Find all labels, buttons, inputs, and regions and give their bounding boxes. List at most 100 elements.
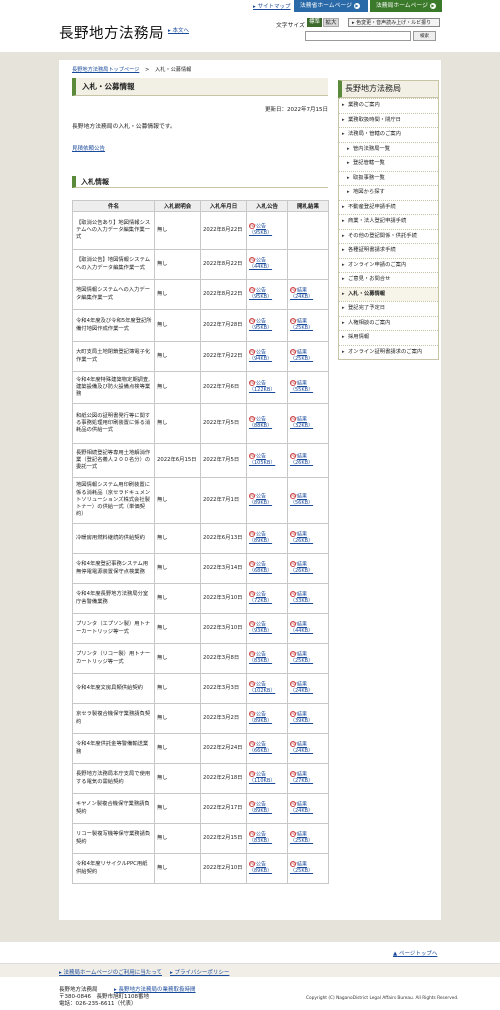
cell-date: 2022年8月22日: [200, 211, 247, 250]
page-top-link[interactable]: ▲ ページトップへ: [393, 949, 437, 957]
cell-notice: PDF公告（93KB）: [246, 613, 288, 644]
notice-pdf-link[interactable]: PDF公告（95KB）: [249, 223, 285, 237]
result-pdf-link[interactable]: PDF結果（24KB）: [290, 741, 326, 755]
sidebar-item[interactable]: 業務のご案内: [339, 98, 438, 113]
result-pdf-link[interactable]: PDF結果（24KB）: [290, 801, 326, 815]
notice-pdf-link[interactable]: PDF公告（88KB）: [249, 416, 285, 430]
notice-pdf-link[interactable]: PDF公告（105KB）: [249, 453, 285, 467]
result-pdf-link[interactable]: PDF結果（26KB）: [290, 453, 326, 467]
sidebar-item[interactable]: その他の登記関係・供託手続: [339, 228, 438, 244]
header-result: 開札結果: [287, 200, 329, 212]
sidebar-item[interactable]: ご意見・お問合せ: [339, 272, 438, 287]
search-button[interactable]: 検索: [413, 31, 436, 41]
sidebar-item[interactable]: 法務局・管轄のご案内: [339, 127, 438, 142]
notice-pdf-link[interactable]: PDF公告（83KB）: [249, 651, 285, 665]
sidebar-item[interactable]: 業務取扱時間・閉庁日: [339, 112, 438, 128]
sidebar-item[interactable]: 商業・法人登記申請手続: [339, 214, 438, 229]
result-pdf-link[interactable]: PDF結果（33KB）: [290, 591, 326, 605]
accessibility-tools-button[interactable]: ▸ 色変更・音声読み上げ・ルビ振り: [348, 18, 440, 27]
result-pdf-link[interactable]: PDF結果（25KB）: [290, 861, 326, 875]
pdf-icon: PDF: [249, 561, 257, 568]
sidebar-item[interactable]: 不動産登記申請手続: [339, 199, 438, 215]
moj-homepage-link[interactable]: 法務省ホームページ ▶: [294, 0, 368, 12]
notice-pdf-link[interactable]: PDF公告（89KB）: [249, 861, 285, 875]
sidebar-item[interactable]: 採用情報: [339, 330, 438, 345]
result-pdf-link[interactable]: PDF結果（39KB）: [290, 711, 326, 725]
notice-pdf-link[interactable]: PDF公告（89KB）: [249, 493, 285, 507]
result-pdf-link[interactable]: PDF結果（24KB）: [290, 287, 326, 301]
sidebar-item[interactable]: 登記管轄一覧: [339, 156, 438, 171]
sidebar-item[interactable]: 取扱事務一覧: [339, 170, 438, 186]
sidebar-item[interactable]: 人権相談のご案内: [339, 315, 438, 331]
pdf-icon: PDF: [249, 651, 257, 658]
notice-pdf-link[interactable]: PDF公告（93KB）: [249, 621, 285, 635]
search-input[interactable]: [305, 31, 411, 41]
notice-pdf-link[interactable]: PDF公告（68KB）: [249, 561, 285, 575]
cell-notice: PDF公告（94KB）: [246, 341, 288, 372]
table-row: 令和4年度登記事務システム用無停電電源装置保守点検業務 無し 2022年3月14日 P…: [72, 553, 329, 584]
notice-pdf-link[interactable]: PDF公告（72KB）: [249, 591, 285, 605]
cell-date: 2022年3月2日: [200, 703, 247, 734]
sidebar-item[interactable]: オンライン申請のご案内: [339, 257, 438, 273]
cell-briefing: 無し: [154, 371, 201, 404]
sidebar-item[interactable]: 登記完了予定日: [339, 301, 438, 316]
font-size-standard-button[interactable]: 標準: [307, 18, 322, 27]
breadcrumb-current: 入札・公募情報: [155, 67, 192, 73]
footer-privacy-link[interactable]: ▸ プライバシーポリシー: [170, 968, 229, 976]
quote-request-link[interactable]: 見積依頼公告: [72, 144, 328, 152]
notice-pdf-link[interactable]: PDF公告（83KB）: [249, 831, 285, 845]
notice-pdf-link[interactable]: PDF公告（95KB）: [249, 287, 285, 301]
skip-to-content-link[interactable]: ▸ 本文へ: [168, 26, 189, 34]
sidebar-item-label: 人権相談のご案内: [348, 319, 391, 326]
notice-pdf-link[interactable]: PDF公告（122KB）: [249, 380, 285, 394]
sidebar-item[interactable]: オンライン証明書請求のご案内: [339, 344, 438, 360]
cell-name: プリンタ（リコー製）用トナーカートリッジ等一式: [72, 643, 155, 674]
notice-pdf-link[interactable]: PDF公告（89KB）: [249, 531, 285, 545]
top-bar: ▸ サイトマップ 法務省ホームページ ▶ 法務局ホームページ ▶: [0, 0, 500, 12]
notice-pdf-link[interactable]: PDF公告（44KB）: [249, 257, 285, 271]
cell-result: PDF結果（24KB）: [287, 279, 329, 310]
pdf-icon: PDF: [249, 493, 257, 500]
cell-result: PDF結果（32KB）: [287, 403, 329, 444]
result-pdf-link[interactable]: PDF結果（32KB）: [290, 416, 326, 430]
cell-date: 2022年3月3日: [200, 673, 247, 704]
notice-pdf-link[interactable]: PDF公告（95KB）: [249, 318, 285, 332]
table-row: プリンタ（リコー製）用トナーカートリッジ等一式 無し 2022年3月8日 PDF公告（…: [72, 643, 329, 674]
cell-date: 2022年2月10日: [200, 853, 247, 884]
cell-briefing: 無し: [154, 643, 201, 674]
notice-pdf-link[interactable]: PDF公告（102KB）: [249, 681, 285, 695]
notice-pdf-link[interactable]: PDF公告（89KB）: [249, 711, 285, 725]
notice-pdf-link[interactable]: PDF公告（66KB）: [249, 741, 285, 755]
cell-name: 令和4年度長野地方法務局分室庁舎警備業務: [72, 583, 155, 614]
result-pdf-link[interactable]: PDF結果（44KB）: [290, 621, 326, 635]
notice-pdf-link[interactable]: PDF公告（94KB）: [249, 349, 285, 363]
sidebar-item[interactable]: 入札・公募情報: [339, 286, 438, 301]
result-pdf-link[interactable]: PDF結果（25KB）: [290, 831, 326, 845]
cell-notice: PDF公告（122KB）: [246, 371, 288, 404]
font-size-large-button[interactable]: 拡大: [323, 18, 339, 27]
notice-pdf-link[interactable]: PDF公告（110KB）: [249, 771, 285, 785]
site-logo[interactable]: 長野地方法務局: [59, 22, 164, 43]
result-pdf-link[interactable]: PDF結果（25KB）: [290, 318, 326, 332]
footer-usage-link[interactable]: ▸ 法務局ホームページのご利用に当たって: [59, 968, 162, 976]
sidebar-item[interactable]: 地図から探す: [339, 185, 438, 200]
sidebar-item[interactable]: 各種証明書請求手続: [339, 243, 438, 258]
breadcrumb-home-link[interactable]: 長野地方法務局トップページ: [72, 67, 139, 73]
pdf-icon: PDF: [290, 741, 298, 748]
result-pdf-link[interactable]: PDF結果（24KB）: [290, 681, 326, 695]
result-pdf-link[interactable]: PDF結果（25KB）: [290, 651, 326, 665]
result-pdf-link[interactable]: PDF結果（27KB）: [290, 771, 326, 785]
cell-notice: PDF公告（102KB）: [246, 673, 288, 704]
result-pdf-link[interactable]: PDF結果（26KB）: [290, 561, 326, 575]
result-pdf-link[interactable]: PDF結果（56KB）: [290, 493, 326, 507]
result-pdf-link[interactable]: PDF結果（55KB）: [290, 380, 326, 394]
bureau-homepage-link[interactable]: 法務局ホームページ ▶: [370, 0, 442, 12]
cell-name: 和紙公図の証明書発行等に関する事務処理用印刷装置に係る消耗品の供給一式: [72, 403, 155, 444]
sitemap-link[interactable]: ▸ サイトマップ: [253, 2, 291, 10]
result-pdf-link[interactable]: PDF結果（25KB）: [290, 349, 326, 363]
cell-result: PDF結果（25KB）: [287, 341, 329, 372]
sidebar-item[interactable]: 管内法務局一覧: [339, 141, 438, 157]
result-pdf-link[interactable]: PDF結果（26KB）: [290, 531, 326, 545]
notice-pdf-link[interactable]: PDF公告（89KB）: [249, 801, 285, 815]
cell-result: PDF結果（39KB）: [287, 703, 329, 734]
